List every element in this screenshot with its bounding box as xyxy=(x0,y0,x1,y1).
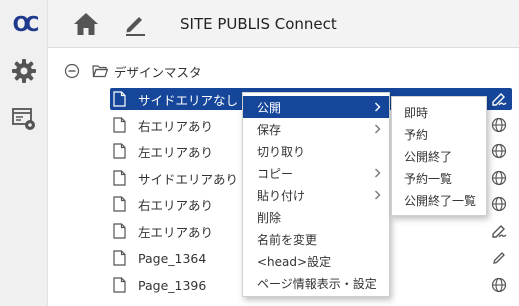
page-icon xyxy=(113,117,126,133)
page-icon xyxy=(113,91,126,107)
page-icon xyxy=(113,196,126,212)
top-bar: OC SITE PUBLIS Connect xyxy=(0,0,519,48)
site-settings-icon xyxy=(12,108,35,130)
globe-icon xyxy=(491,277,507,293)
tree-item-label: 左エリアあり xyxy=(138,144,214,160)
logo-text: OC xyxy=(12,12,40,36)
submenu-item-label: 予約一覧 xyxy=(404,171,453,186)
edit-pending-icon xyxy=(492,225,507,238)
site-settings-button[interactable] xyxy=(11,106,37,132)
submenu-item-label: 予約 xyxy=(404,127,429,142)
chevron-right-icon xyxy=(375,190,381,200)
page-icon xyxy=(113,170,126,186)
tree-root[interactable]: デザインマスタ xyxy=(64,60,202,82)
tree-item-label: 左エリアあり xyxy=(138,224,214,240)
tree-item-label: Page_1396 xyxy=(138,277,207,293)
menu-item-label: 切り取り xyxy=(257,144,306,159)
pencil-icon xyxy=(493,252,505,264)
tree-item-label: 右エリアあり xyxy=(138,118,214,134)
submenu-item-immediate[interactable]: 即時 xyxy=(392,101,486,123)
chevron-right-icon xyxy=(375,102,381,112)
context-menu: 公開 保存 切り取り コピー 貼り付け 削除 名前を変更 <head>設定 ペー… xyxy=(242,92,390,297)
globe-icon xyxy=(491,170,507,186)
submenu-item-end-publish[interactable]: 公開終了 xyxy=(392,145,486,167)
page-icon xyxy=(113,223,126,239)
menu-item-label: 保存 xyxy=(257,122,282,137)
menu-item-cut[interactable]: 切り取り xyxy=(243,140,389,162)
edit-button[interactable] xyxy=(122,11,148,37)
collapse-icon[interactable] xyxy=(64,63,80,79)
submenu-item-end-publish-list[interactable]: 公開終了一覧 xyxy=(392,189,486,211)
menu-item-label: 削除 xyxy=(257,210,282,225)
menu-item-copy[interactable]: コピー xyxy=(243,162,389,184)
tree-item-label: 右エリアあり xyxy=(138,197,214,213)
page-icon xyxy=(113,143,126,159)
site-title: SITE PUBLIS Connect xyxy=(180,15,337,33)
globe-icon xyxy=(491,117,507,133)
publish-submenu: 即時 予約 公開終了 予約一覧 公開終了一覧 xyxy=(391,96,487,216)
pencil-icon xyxy=(126,17,145,36)
menu-item-delete[interactable]: 削除 xyxy=(243,206,389,228)
tree-root-label: デザインマスタ xyxy=(114,64,202,80)
menu-item-label: ページ情報表示・設定 xyxy=(257,276,377,291)
menu-item-label: <head>設定 xyxy=(257,254,332,269)
settings-button[interactable] xyxy=(11,58,37,84)
page-icon xyxy=(113,277,126,293)
menu-item-publish[interactable]: 公開 xyxy=(243,96,389,118)
tree-item-label: Page_1364 xyxy=(138,250,207,266)
submenu-item-label: 即時 xyxy=(404,105,429,120)
chevron-right-icon xyxy=(375,124,381,134)
menu-item-label: 貼り付け xyxy=(257,188,306,203)
submenu-item-schedule-list[interactable]: 予約一覧 xyxy=(392,167,486,189)
menu-item-paste[interactable]: 貼り付け xyxy=(243,184,389,206)
chevron-right-icon xyxy=(375,168,381,178)
edit-pending-icon xyxy=(492,93,507,106)
menu-item-head-settings[interactable]: <head>設定 xyxy=(243,250,389,272)
globe-icon xyxy=(491,196,507,212)
globe-icon xyxy=(491,143,507,159)
menu-item-label: 名前を変更 xyxy=(257,232,318,247)
menu-item-save[interactable]: 保存 xyxy=(243,118,389,140)
tree-item-label: サイドエリアあり xyxy=(138,171,239,187)
menu-item-label: 公開 xyxy=(257,100,282,115)
gear-icon xyxy=(12,59,36,83)
home-icon xyxy=(74,13,98,35)
submenu-item-label: 公開終了一覧 xyxy=(404,193,477,208)
menu-item-rename[interactable]: 名前を変更 xyxy=(243,228,389,250)
left-rail xyxy=(0,48,48,306)
folder-open-icon xyxy=(92,65,108,78)
submenu-item-label: 公開終了 xyxy=(404,149,453,164)
page-icon xyxy=(113,250,126,266)
submenu-item-schedule[interactable]: 予約 xyxy=(392,123,486,145)
menu-item-label: コピー xyxy=(257,166,294,181)
tree-item-label: サイドエリアなし xyxy=(138,92,239,108)
menu-item-page-info[interactable]: ページ情報表示・設定 xyxy=(243,272,389,294)
home-button[interactable] xyxy=(72,11,100,37)
app-logo[interactable]: OC xyxy=(0,0,48,48)
